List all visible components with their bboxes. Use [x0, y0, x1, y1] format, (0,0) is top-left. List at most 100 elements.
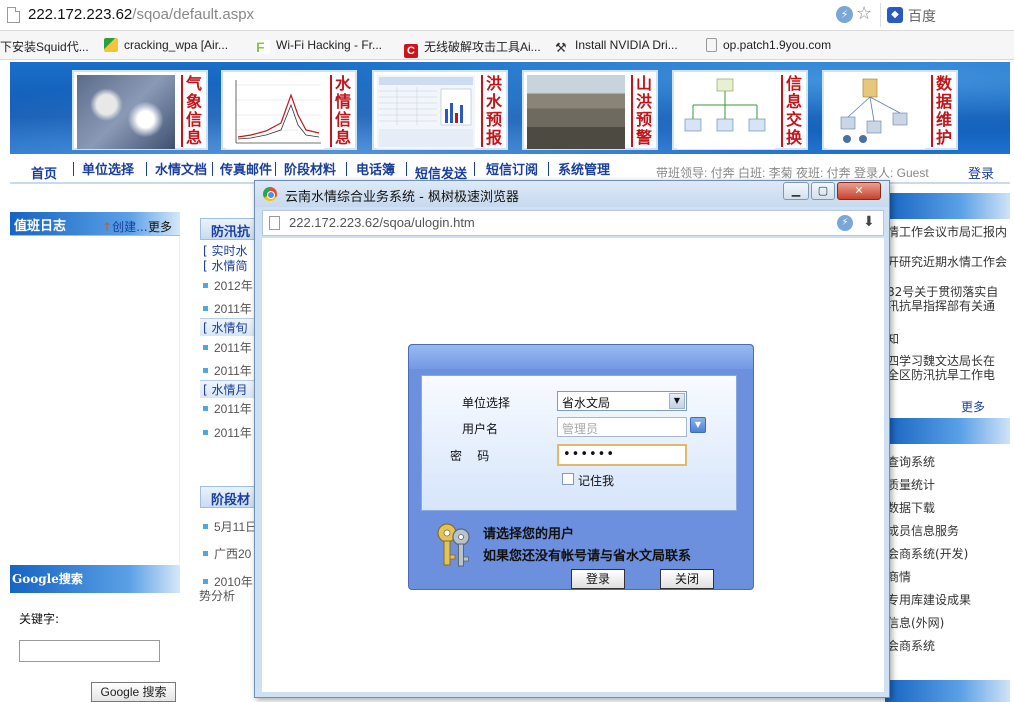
unit-select-value: 省水文局: [562, 396, 611, 410]
unit-select[interactable]: 省水文局 ▼: [557, 391, 687, 411]
network-diagram-image: [677, 75, 775, 149]
nav-item-stage-material[interactable]: 阶段材料: [284, 159, 336, 178]
system-link[interactable]: 数据下载: [887, 499, 935, 516]
list-item[interactable]: [ 水情月: [203, 381, 248, 398]
flood-forecast-table-image: [377, 75, 475, 149]
system-link[interactable]: 成员信息服务: [887, 522, 959, 539]
remember-me-checkbox[interactable]: [562, 473, 574, 485]
tile-water-info[interactable]: 水情信息: [221, 70, 357, 150]
minimize-button[interactable]: ▁: [783, 182, 809, 200]
browser-address-bar[interactable]: 222.172.223.62/sqoa/default.aspx ⚡ ☆ ◆ 百…: [0, 0, 1014, 31]
list-item-text: 2012年: [214, 279, 253, 293]
news-item[interactable]: 汛抗旱指挥部有关通: [887, 297, 995, 314]
water-level-chart-image: [226, 75, 324, 149]
list-item[interactable]: [ 水情简: [203, 257, 248, 274]
keyword-input[interactable]: [19, 640, 160, 662]
nav-item-sms-subscribe[interactable]: 短信订阅: [486, 159, 538, 178]
username-label: 用户名: [462, 422, 499, 436]
maximize-button[interactable]: ▢: [811, 182, 835, 200]
nav-item-system-admin[interactable]: 系统管理: [558, 159, 610, 178]
lightning-icon[interactable]: ⚡: [837, 215, 853, 231]
right-section-header: [885, 680, 1010, 702]
list-item-text: 2011年: [214, 364, 252, 378]
login-dialog: 单位选择 省水文局 ▼ 用户名 管理员 ▼ 密 码 •••••• 记住我 请选择…: [408, 344, 754, 590]
tile-label: 数据维护: [931, 75, 953, 147]
bullet-icon: [203, 306, 208, 311]
popup-titlebar[interactable]: 云南水情综合业务系统 - 枫树极速浏览器 ▁ ▢ ✕: [255, 181, 889, 207]
tile-info-exchange[interactable]: 信息交换: [672, 70, 808, 150]
nav-separator: [275, 162, 276, 176]
news-item[interactable]: 情工作会议市局汇报内: [887, 223, 1007, 240]
list-item[interactable]: 2011年: [203, 300, 252, 317]
list-item[interactable]: 2011年: [203, 339, 252, 356]
bullet-icon: [203, 551, 208, 556]
address-url[interactable]: 222.172.223.62/sqoa/default.aspx: [28, 6, 254, 23]
login-link[interactable]: 登录: [968, 163, 994, 182]
system-link[interactable]: 会商系统: [887, 637, 935, 654]
username-field[interactable]: 管理员: [557, 417, 687, 437]
close-window-button[interactable]: ✕: [837, 182, 881, 200]
bookmark-label: Install NVIDIA Dri...: [575, 38, 678, 52]
dialog-topband: [409, 345, 753, 369]
tile-weather[interactable]: 气象信息: [72, 70, 208, 150]
nav-item-unit-select[interactable]: 单位选择: [82, 159, 134, 178]
chevron-down-icon[interactable]: ▼: [690, 417, 706, 433]
download-icon[interactable]: ⬇: [863, 214, 875, 230]
nav-item-home[interactable]: 首页: [31, 163, 57, 182]
system-link[interactable]: 查询系统: [887, 453, 935, 470]
google-search-button[interactable]: Google 搜索: [91, 682, 176, 702]
c-logo-icon: C: [404, 44, 418, 58]
search-engine-box[interactable]: ◆ 百度: [880, 3, 1014, 27]
hint-no-account: 如果您还没有帐号请与省水文局联系: [483, 549, 692, 564]
landslide-photo-image: [527, 75, 625, 149]
tile-flood-forecast[interactable]: 洪水预报: [372, 70, 508, 150]
more-link[interactable]: 更多: [961, 398, 985, 415]
keyword-label: 关键字:: [19, 612, 60, 626]
system-link[interactable]: 质量统计: [887, 476, 935, 493]
bullet-icon: [203, 345, 208, 350]
bullet-icon: [203, 368, 208, 373]
bookmark-label: cracking_wpa [Air...: [124, 38, 229, 52]
list-item[interactable]: 5月11日: [203, 518, 257, 535]
bookmark-label: op.patch1.9you.com: [723, 38, 832, 52]
popup-url[interactable]: 222.172.223.62/sqoa/ulogin.htm: [289, 215, 475, 230]
news-item[interactable]: 开研究近期水情工作会: [887, 253, 1007, 270]
bookmark-item[interactable]: 下安装Squid代...: [0, 38, 89, 55]
login-button[interactable]: 登录: [571, 569, 625, 589]
nav-separator: [548, 162, 549, 176]
system-link[interactable]: 商情: [887, 568, 911, 585]
system-link[interactable]: 信息(外网): [887, 614, 944, 631]
bookmark-item[interactable]: cracking_wpa [Air...: [104, 38, 228, 52]
duty-log-body: [10, 236, 180, 562]
list-item[interactable]: [ 水情旬: [203, 319, 248, 336]
list-item[interactable]: 广西20: [203, 545, 251, 562]
bookmark-item[interactable]: op.patch1.9you.com: [706, 38, 831, 52]
more-link[interactable]: 更多: [148, 218, 172, 235]
system-link[interactable]: 会商系统(开发): [887, 545, 968, 562]
bookmark-item[interactable]: F Wi-Fi Hacking - Fr...: [256, 38, 382, 54]
nav-item-water-docs[interactable]: 水情文档: [155, 159, 207, 178]
tile-data-maintenance[interactable]: 数据维护: [822, 70, 958, 150]
tile-label: 山洪预警: [631, 75, 653, 147]
star-icon[interactable]: ☆: [856, 3, 872, 24]
bookmark-item[interactable]: ⚒ Install NVIDIA Dri...: [555, 38, 678, 55]
nav-item-phonebook[interactable]: 电话簿: [356, 159, 395, 178]
popup-address-bar[interactable]: 222.172.223.62/sqoa/ulogin.htm ⚡ ⬇: [262, 210, 884, 236]
lightning-icon[interactable]: ⚡: [836, 6, 853, 23]
list-item[interactable]: 2011年: [203, 400, 252, 417]
list-item[interactable]: 2011年: [203, 362, 252, 379]
nav-item-fax-mail[interactable]: 传真邮件: [220, 159, 272, 178]
google-search-title: Google搜索: [12, 572, 83, 586]
stage-material-header: 阶段材: [200, 486, 260, 508]
system-link[interactable]: 专用库建设成果: [887, 591, 971, 608]
list-item[interactable]: 2012年: [203, 277, 253, 294]
list-item[interactable]: 2011年: [203, 424, 252, 441]
password-field[interactable]: ••••••: [557, 444, 687, 466]
close-button[interactable]: 关闭: [660, 569, 714, 589]
tile-flash-flood[interactable]: 山洪预警: [522, 70, 658, 150]
create-link[interactable]: ↑创建...: [102, 218, 148, 235]
list-item-text: 2011年: [214, 341, 252, 355]
bookmark-item[interactable]: C 无线破解攻击工具Ai...: [404, 38, 541, 58]
list-item-continuation: 势分析: [199, 589, 236, 603]
news-item[interactable]: 全区防汛抗旱工作电: [887, 366, 995, 383]
